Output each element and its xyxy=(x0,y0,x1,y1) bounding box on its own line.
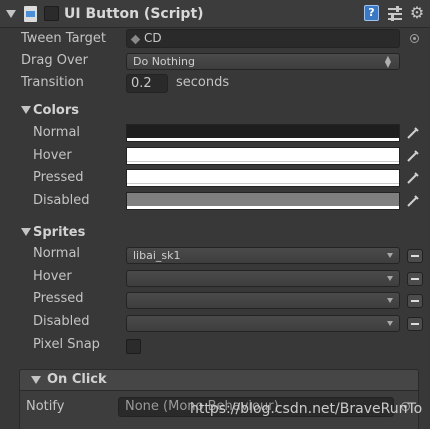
color-label-pressed: Pressed xyxy=(33,170,84,185)
sprite-label-disabled: Disabled xyxy=(33,314,90,329)
script-icon xyxy=(24,6,37,22)
drag-over-label: Drag Over xyxy=(21,53,88,68)
sprite-label-normal: Normal xyxy=(33,246,81,261)
gameobject-icon xyxy=(130,34,141,44)
color-label-disabled: Disabled xyxy=(33,193,90,208)
transition-input[interactable]: 0.2 xyxy=(126,74,168,93)
transition-value: 0.2 xyxy=(131,76,152,91)
sprites-foldout-icon[interactable] xyxy=(21,228,31,236)
object-picker-icon[interactable] xyxy=(410,34,419,43)
gear-icon[interactable]: ⚙ xyxy=(408,4,426,22)
drag-over-dropdown[interactable]: Do Nothing ▲ ▼ xyxy=(126,53,400,70)
eyedropper-icon[interactable] xyxy=(406,126,420,140)
notify-label: Notify xyxy=(26,399,65,414)
color-field-pressed[interactable] xyxy=(126,169,400,187)
on-click-title[interactable]: On Click xyxy=(47,371,107,389)
tween-target-label: Tween Target xyxy=(21,31,107,46)
tween-target-field[interactable]: CD xyxy=(126,29,400,48)
remove-sprite-button[interactable] xyxy=(407,317,423,331)
tween-target-value: CD xyxy=(144,31,162,45)
on-click-foldout-icon[interactable] xyxy=(31,376,41,384)
sprite-label-hover: Hover xyxy=(33,269,72,284)
colors-title[interactable]: Colors xyxy=(33,102,79,120)
remove-sprite-button[interactable] xyxy=(407,272,423,286)
color-field-disabled[interactable] xyxy=(126,192,400,210)
eyedropper-icon[interactable] xyxy=(406,171,420,185)
preset-icon[interactable] xyxy=(388,6,402,21)
watermark-text: https://blog.csdn.net/BraveRunTo xyxy=(190,401,423,417)
dropdown-arrow-icon xyxy=(387,298,393,303)
remove-sprite-button[interactable] xyxy=(407,294,423,308)
pixel-snap-checkbox[interactable] xyxy=(126,339,141,354)
color-field-hover[interactable] xyxy=(126,147,400,165)
help-icon[interactable]: ? xyxy=(364,5,379,21)
drag-over-value: Do Nothing xyxy=(133,55,195,68)
updown-arrows-icon: ▲ ▼ xyxy=(384,54,391,69)
colors-foldout-icon[interactable] xyxy=(21,106,31,114)
sprite-dropdown-hover[interactable] xyxy=(126,270,400,287)
sprites-title[interactable]: Sprites xyxy=(33,224,85,242)
sprite-value-normal: libai_sk1 xyxy=(133,249,181,262)
sprite-label-pressed: Pressed xyxy=(33,291,84,306)
sprite-dropdown-normal[interactable]: libai_sk1 xyxy=(126,247,400,264)
foldout-arrow-icon[interactable] xyxy=(6,10,16,18)
transition-unit: seconds xyxy=(176,75,230,90)
eyedropper-icon[interactable] xyxy=(406,149,420,163)
color-label-normal: Normal xyxy=(33,125,81,140)
dropdown-arrow-icon xyxy=(387,321,393,326)
dropdown-arrow-icon xyxy=(387,276,393,281)
remove-sprite-button[interactable] xyxy=(407,249,423,263)
enabled-checkbox[interactable] xyxy=(44,6,59,21)
pixel-snap-label: Pixel Snap xyxy=(33,337,100,352)
dropdown-arrow-icon xyxy=(387,253,393,258)
component-title: UI Button (Script) xyxy=(64,6,204,22)
color-field-normal[interactable] xyxy=(126,124,400,142)
eyedropper-icon[interactable] xyxy=(406,194,420,208)
tween-target-value-wrap: CD xyxy=(130,30,162,47)
transition-label: Transition xyxy=(21,75,84,90)
sprite-dropdown-pressed[interactable] xyxy=(126,292,400,309)
sprite-dropdown-disabled[interactable] xyxy=(126,315,400,332)
color-label-hover: Hover xyxy=(33,148,72,163)
